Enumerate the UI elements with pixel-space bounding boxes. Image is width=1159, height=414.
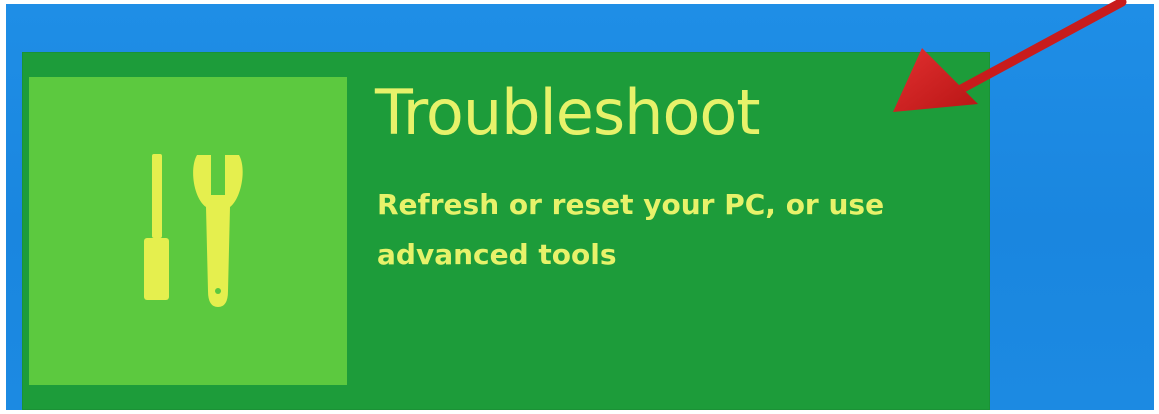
bottom-border: [0, 410, 1159, 414]
recovery-screen: Troubleshoot Refresh or reset your PC, o…: [6, 4, 1154, 410]
screwdriver-icon: [144, 154, 169, 300]
tools-icon: [144, 154, 243, 307]
troubleshoot-tile[interactable]: Troubleshoot Refresh or reset your PC, o…: [22, 52, 990, 410]
tile-description: Refresh or reset your PC, or use advance…: [377, 188, 885, 271]
tile-title: Troubleshoot: [375, 76, 761, 149]
wrench-icon: [193, 155, 243, 307]
tile-icon-box: [29, 77, 347, 385]
